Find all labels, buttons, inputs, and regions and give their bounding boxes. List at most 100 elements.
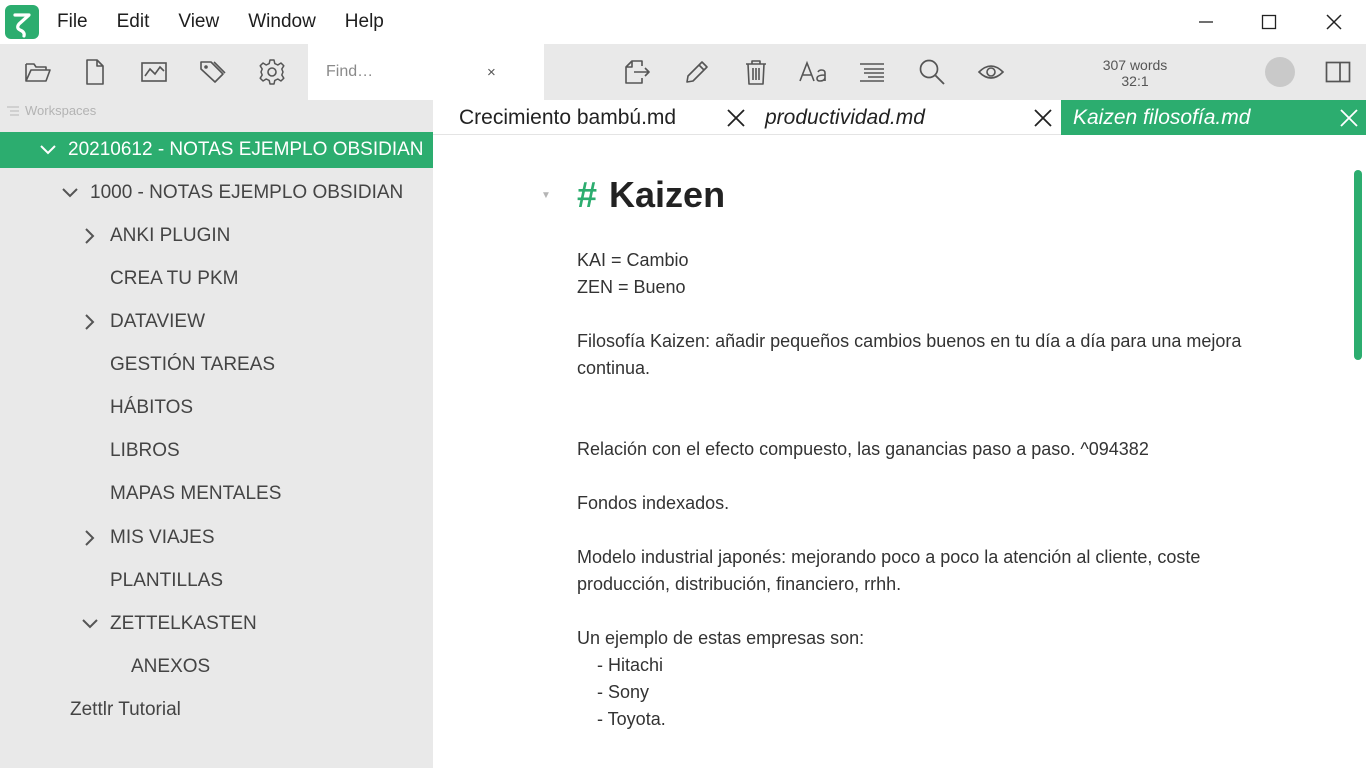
editor-line: Un ejemplo de estas empresas son: [577,628,865,648]
tab-label: Crecimiento bambú.md [459,105,677,129]
editor-line: Filosofía Kaizen: añadir pequeños cambio… [577,331,1242,351]
editor-line: ZEN = Bueno [577,277,686,297]
user-avatar[interactable] [1265,57,1295,87]
chevron-right-icon[interactable] [80,312,100,332]
editor-line: Modelo industrial japonés: mejorando poc… [577,547,1201,567]
editor-line: - Sony [577,682,650,702]
menu-view[interactable]: View [178,0,219,44]
close-tab-icon[interactable] [1032,107,1054,129]
menu-window[interactable]: Window [248,0,316,44]
trash-icon [746,60,766,85]
chevron-down-icon[interactable] [38,140,58,160]
tab-productividad[interactable]: productividad.md [753,100,1061,135]
tree-item-label: ANEXOS [131,656,211,677]
tab-crecimiento-bambu[interactable]: Crecimiento bambú.md [433,100,753,135]
tree-item-habitos[interactable]: HÁBITOS [0,390,433,426]
close-tab-icon[interactable] [1338,107,1360,129]
magnifier-icon [919,59,945,85]
toggle-sidebar-button[interactable] [1323,57,1353,87]
preview-button[interactable] [976,57,1006,87]
minimize-button[interactable] [1174,0,1238,44]
editor-line: Relación con el efecto compuesto, las ga… [577,439,1149,459]
close-icon [1326,14,1342,30]
chart-icon [141,62,167,82]
tree-item-20210612-notas[interactable]: 20210612 - NOTAS EJEMPLO OBSIDIAN [0,132,433,168]
tree-item-label: PLANTILLAS [110,570,223,591]
stats-button[interactable] [139,57,169,87]
tree-item-anexos[interactable]: ANEXOS [0,649,433,685]
tree-item-label: GESTIÓN TAREAS [110,354,276,375]
settings-button[interactable] [257,57,287,87]
editor-line: KAI = Cambio [577,250,689,270]
font-button[interactable] [798,57,830,87]
close-tab-icon[interactable] [725,107,747,129]
export-icon [625,60,650,84]
tree-item-label: ZETTELKASTEN [110,613,257,634]
tree-item-zettelkasten[interactable]: ZETTELKASTEN [0,606,433,642]
tree-item-label: Zettlr Tutorial [70,699,181,720]
search-box [308,44,544,100]
tree-item-mapas-mentales[interactable]: MAPAS MENTALES [0,476,433,512]
tree-item-label: MAPAS MENTALES [110,483,282,504]
heading-marker: # [577,174,598,215]
folder-open-icon [25,63,51,82]
list-icon [7,105,19,116]
pencil-icon [686,61,708,83]
menu-help[interactable]: Help [345,0,384,44]
word-count-value: 307 words [1102,57,1168,73]
editor-line: Fondos indexados. [577,493,730,513]
tree-item-label: DATAVIEW [110,311,205,332]
search-input[interactable] [326,59,506,85]
maximize-icon [1261,14,1277,30]
menu-file[interactable]: File [57,0,88,44]
tree-item-label: MIS VIAJES [110,527,215,548]
tree-item-label: HÁBITOS [110,397,194,418]
tree-item-crea-tu-pkm[interactable]: CREA TU PKM [0,261,433,297]
tree-item-zettlr-tutorial[interactable]: Zettlr Tutorial [0,692,433,728]
delete-button[interactable] [741,57,771,87]
rename-button[interactable] [682,57,712,87]
tab-kaizen-filosofia[interactable]: Kaizen filosofía.md [1061,100,1366,135]
gear-icon [259,59,285,85]
fold-triangle-icon[interactable]: ▼ [541,190,551,201]
search-clear-button[interactable]: × [487,64,496,81]
workspaces-header: Workspaces [6,103,96,118]
close-window-button[interactable] [1302,0,1366,44]
find-button[interactable] [917,57,947,87]
export-button[interactable] [622,57,652,87]
open-workspace-button[interactable] [23,57,53,87]
table-of-contents-icon [860,63,884,82]
tree-item-libros[interactable]: LIBROS [0,433,433,469]
editor-scrollbar[interactable] [1354,170,1362,360]
tree-item-plantillas[interactable]: PLANTILLAS [0,563,433,599]
tree-item-mis-viajes[interactable]: MIS VIAJES [0,520,433,556]
tree-item-dataview[interactable]: DATAVIEW [0,304,433,340]
chevron-down-icon[interactable] [60,183,80,203]
font-icon [799,60,826,82]
title-bar: File Edit View Window Help [0,0,1366,44]
editor-line: producción, distribución, financiero, rr… [577,574,902,594]
maximize-button[interactable] [1237,0,1301,44]
tree-item-gestion-tareas[interactable]: GESTIÓN TAREAS [0,347,433,383]
tree-item-label: LIBROS [110,440,180,461]
menu-bar: File Edit View Window Help [57,0,413,44]
tree-item-1000-notas[interactable]: 1000 - NOTAS EJEMPLO OBSIDIAN [0,175,433,211]
chevron-right-icon[interactable] [80,226,100,246]
tree-item-label: CREA TU PKM [110,268,239,289]
toolbar: 307 words 32:1 [0,44,1366,100]
toc-button[interactable] [857,57,887,87]
chevron-down-icon[interactable] [80,614,100,634]
document-heading: # Kaizen [577,174,725,216]
tab-label: productividad.md [765,105,925,129]
chevron-right-icon[interactable] [80,528,100,548]
menu-edit[interactable]: Edit [117,0,150,44]
new-file-button[interactable] [80,57,110,87]
tree-item-label: 1000 - NOTAS EJEMPLO OBSIDIAN [90,182,404,203]
editor[interactable]: ▼ # Kaizen KAI = Cambio ZEN = Bueno Filos… [433,136,1366,768]
tags-button[interactable] [197,57,227,87]
editor-line: - Toyota. [577,709,666,729]
tab-bar: Crecimiento bambú.md productividad.md Ka… [433,100,1366,135]
tree-item-anki-plugin[interactable]: ANKI PLUGIN [0,218,433,254]
file-tree-sidebar: Workspaces 20210612 - NOTAS EJEMPLO OBSI… [0,100,433,768]
minimize-icon [1199,21,1213,23]
